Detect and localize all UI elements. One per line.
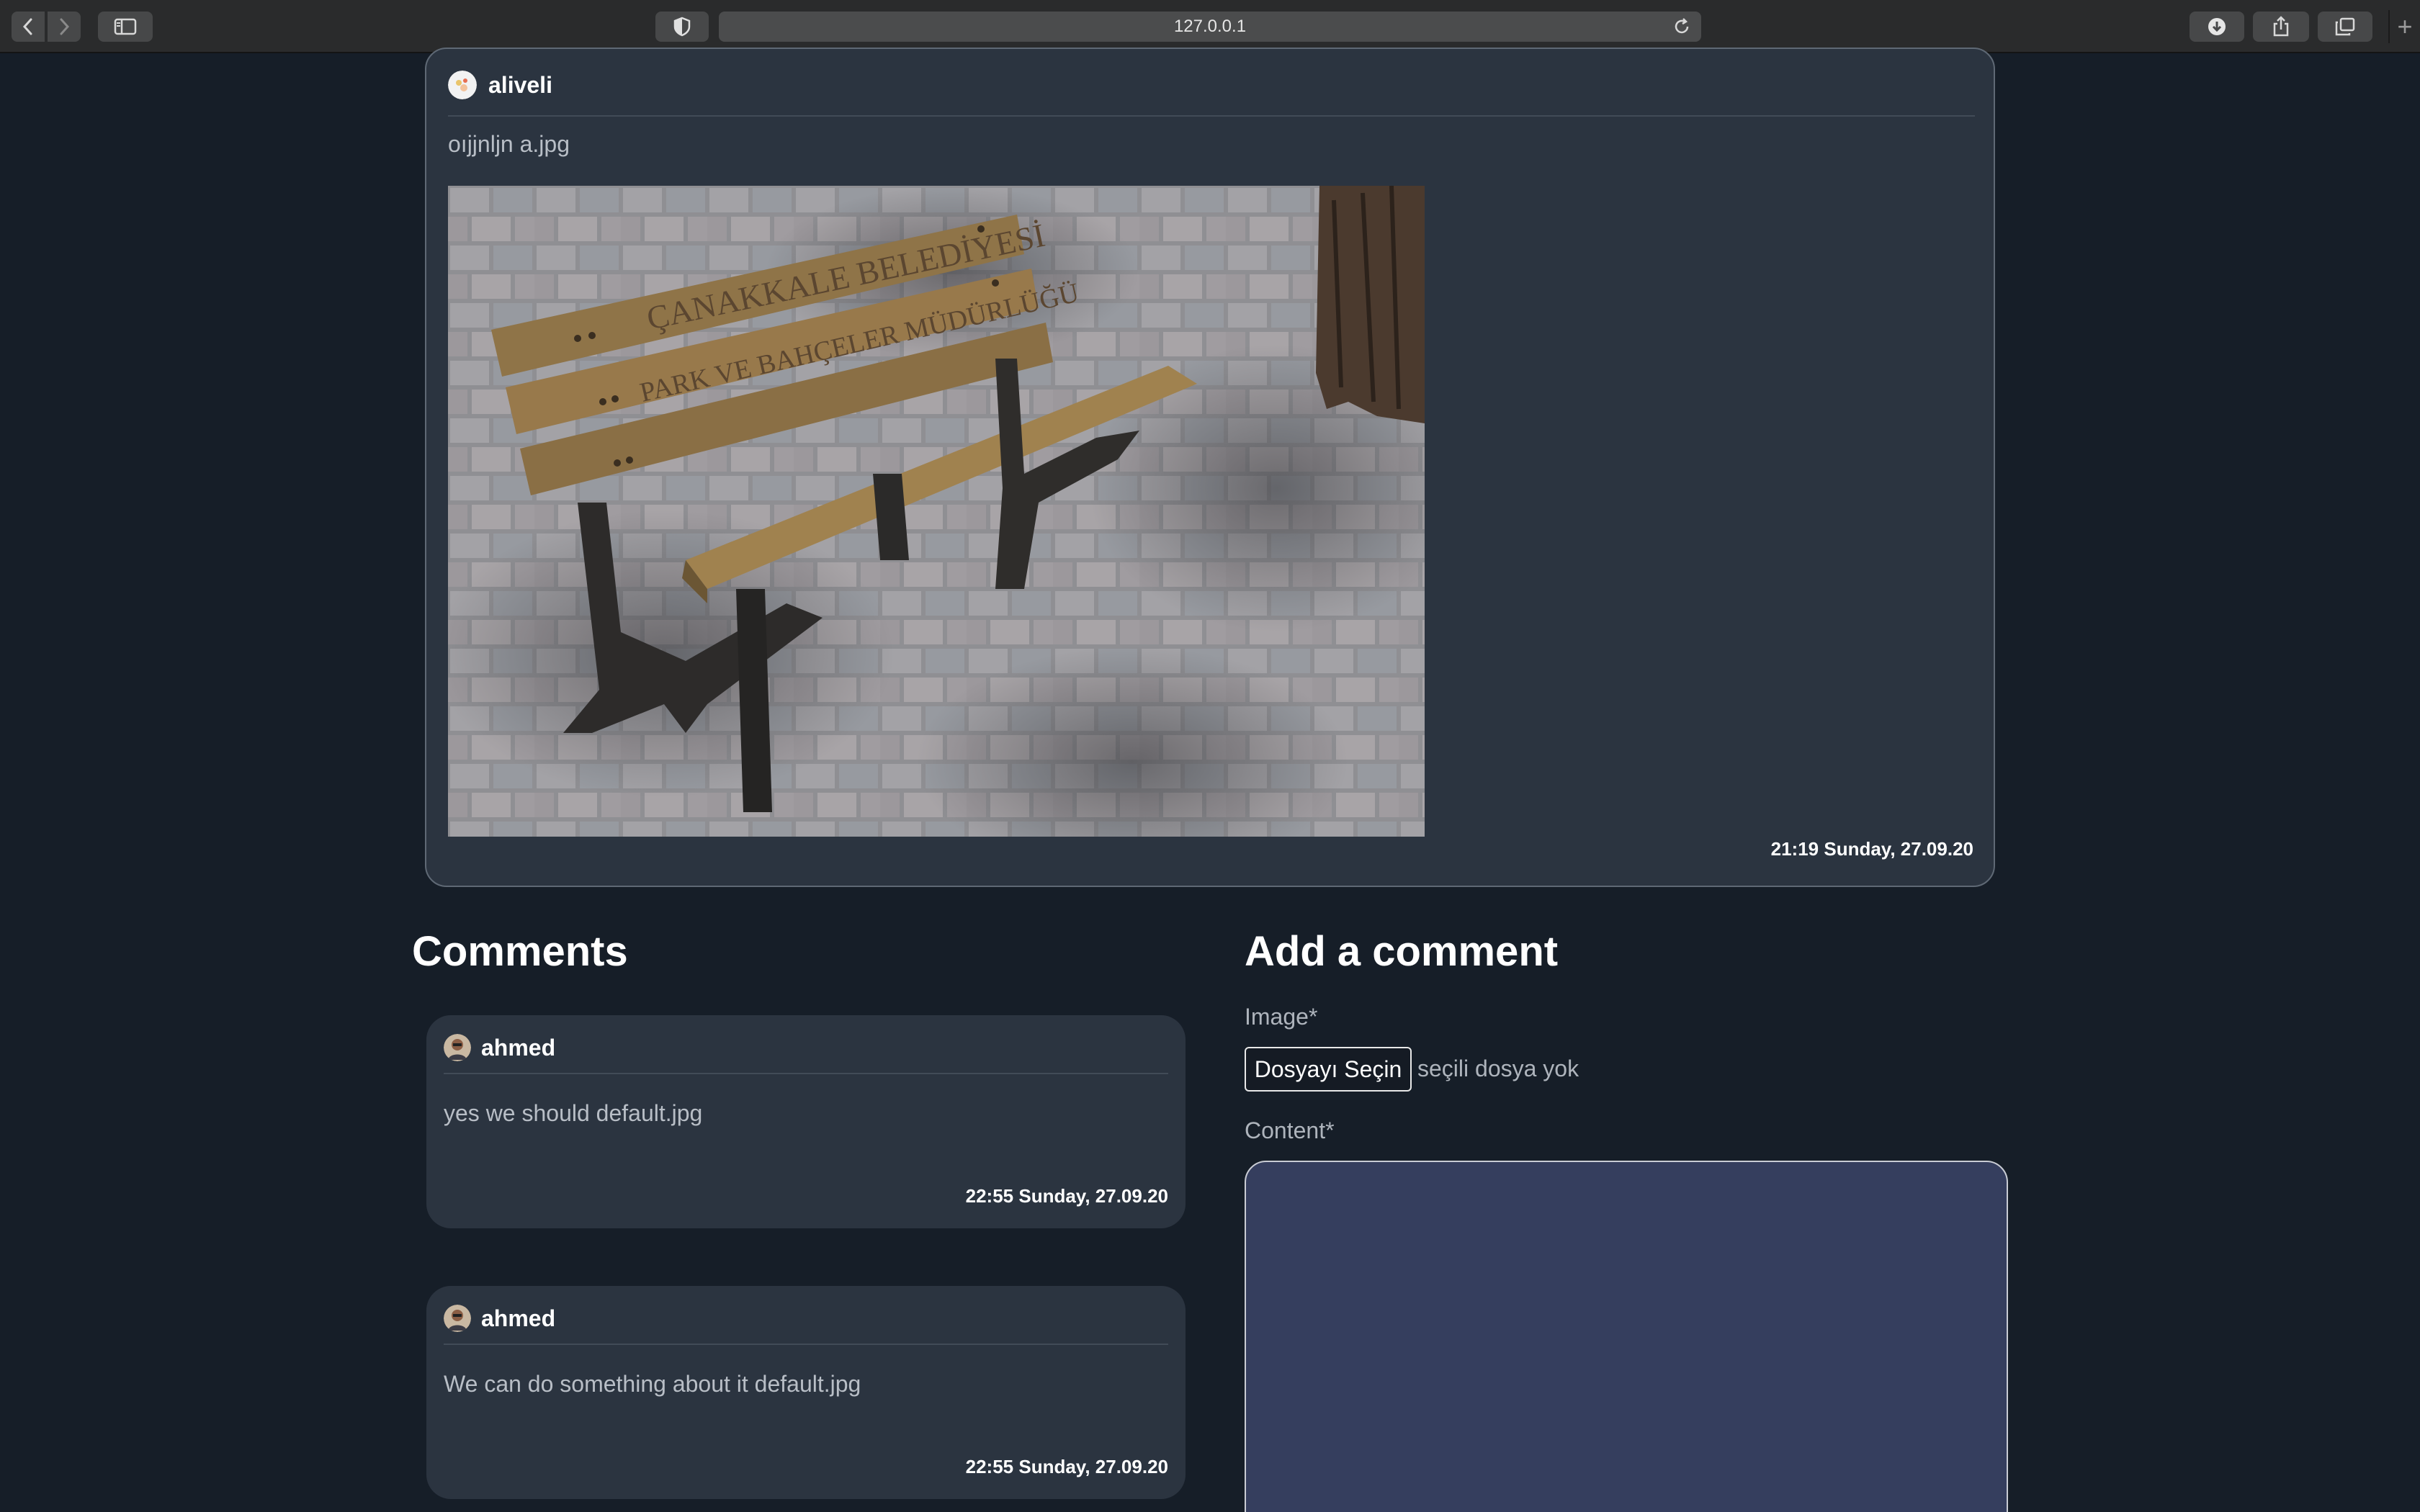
comment-text: yes we should default.jpg (444, 1100, 703, 1126)
back-button[interactable] (12, 12, 45, 42)
comment-card: ahmed We can do something about it defau… (426, 1286, 1186, 1499)
reload-icon[interactable] (1672, 17, 1691, 41)
plus-icon: + (2397, 12, 2413, 41)
tabs-overview-button[interactable] (2318, 12, 2372, 42)
comment-header: ahmed (444, 1034, 1168, 1074)
comments-heading: Comments (412, 928, 628, 975)
avatar[interactable] (444, 1034, 471, 1061)
file-status-text: seçili dosya yok (1417, 1056, 1579, 1081)
avatar[interactable] (444, 1305, 471, 1332)
chevron-left-icon (22, 18, 32, 35)
comment-text: We can do something about it default.jpg (444, 1371, 861, 1397)
post-timestamp: 21:19 Sunday, 27.09.20 (1770, 838, 1973, 860)
post-header: aliveli (448, 71, 1975, 117)
choose-file-button[interactable]: Dosyayı Seçin (1245, 1047, 1412, 1092)
sidebar-icon (114, 18, 137, 35)
comment-timestamp: 22:55 Sunday, 27.09.20 (965, 1185, 1168, 1207)
post-author[interactable]: aliveli (488, 71, 552, 99)
comment-card: ahmed yes we should default.jpg 22:55 Su… (426, 1015, 1186, 1228)
comment-author[interactable]: ahmed (481, 1034, 555, 1061)
content-textarea[interactable] (1245, 1161, 2008, 1512)
post-image: ÇANAKKALE BELEDİYESİ PARK VE BAHÇELER MÜ… (448, 186, 1425, 837)
url-text: 127.0.0.1 (1173, 17, 1247, 36)
address-bar[interactable]: 127.0.0.1 (719, 12, 1701, 42)
shield-icon (673, 17, 691, 37)
forward-button[interactable] (48, 12, 81, 42)
new-tab-button[interactable]: + (2388, 10, 2420, 43)
browser-toolbar: 127.0.0.1 + (0, 0, 2420, 53)
comment-timestamp: 22:55 Sunday, 27.09.20 (965, 1456, 1168, 1477)
share-icon (2273, 16, 2289, 37)
post-text: oıjjnljn a.jpg (448, 131, 570, 157)
downloads-button[interactable] (2190, 12, 2244, 42)
download-icon (2208, 18, 2226, 35)
chevron-right-icon (60, 18, 70, 35)
comment-author[interactable]: ahmed (481, 1305, 555, 1332)
sidebar-toggle-button[interactable] (98, 12, 153, 42)
post-card: aliveli oıjjnljn a.jpg ÇANAKKALE BELEDİY… (425, 48, 1995, 887)
avatar[interactable] (448, 71, 477, 99)
privacy-report-button[interactable] (655, 12, 709, 42)
share-button[interactable] (2253, 12, 2309, 42)
comment-header: ahmed (444, 1305, 1168, 1345)
add-comment-heading: Add a comment (1245, 928, 1559, 975)
image-label: Image* (1245, 1004, 1318, 1030)
content-label: Content* (1245, 1117, 1335, 1143)
tabs-icon (2335, 17, 2355, 36)
